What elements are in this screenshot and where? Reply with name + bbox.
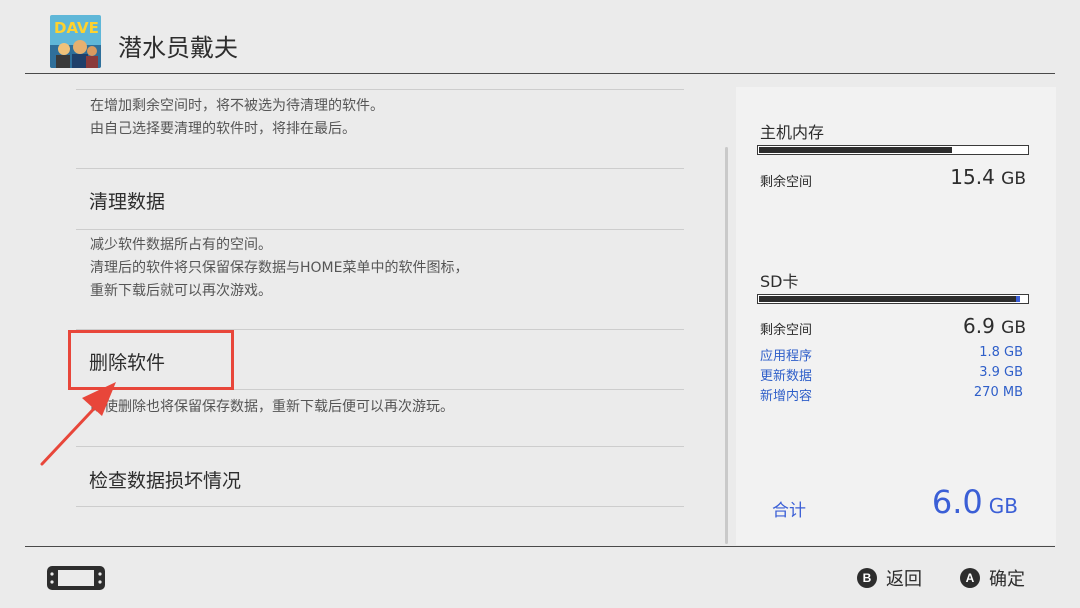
sd-free-unit: GB (1001, 318, 1026, 338)
sd-free-label: 剩余空间 (760, 323, 813, 338)
total-value: 6.0 GB (866, 483, 1018, 521)
check-corrupted-data-title: 检查数据损坏情况 (89, 470, 242, 492)
sd-card-bar-accent (1016, 296, 1020, 302)
description-line: 由自己选择要清理的软件时，将排在最后。 (90, 121, 356, 137)
archive-data-description: 减少软件数据所占有的空间。 清理后的软件将只保留保存数据与HOME菜单中的软件图… (90, 234, 468, 303)
archive-data-title: 清理数据 (89, 191, 166, 213)
sd-row-label-apps: 应用程序 (760, 349, 813, 364)
a-button-icon: A (960, 568, 980, 588)
pointer-arrow-icon (40, 382, 116, 466)
options-list: 在增加剩余空间时，将不被选为待清理的软件。 由自己选择要清理的软件时，将排在最后… (76, 74, 684, 546)
description-line: 在增加剩余空间时，将不被选为待清理的软件。 (90, 98, 384, 114)
divider (76, 89, 684, 90)
system-free-label: 剩余空间 (760, 175, 813, 190)
sd-free-value: 6.9 GB (896, 314, 1026, 338)
system-memory-bar (757, 145, 1029, 155)
divider (76, 506, 684, 507)
total-unit: GB (988, 494, 1018, 518)
sd-card-label: SD卡 (760, 272, 799, 291)
back-button[interactable]: B 返回 (857, 567, 922, 590)
back-label: 返回 (886, 569, 922, 590)
check-corrupted-data-option[interactable]: 检查数据损坏情况 (76, 447, 684, 507)
delete-software-description: 即使删除也将保留保存数据，重新下载后便可以再次游玩。 (90, 396, 454, 419)
sd-row-value-dlc: 270 MB (973, 385, 1023, 400)
system-memory-label: 主机内存 (760, 123, 825, 142)
system-memory-bar-fill (759, 147, 952, 153)
game-cover-icon: DAVE (50, 15, 101, 68)
sd-card-bar (757, 294, 1029, 304)
sd-row-value-updates: 3.9 GB (979, 365, 1023, 380)
total-label: 合计 (772, 501, 806, 521)
divider (76, 229, 684, 230)
system-free-unit: GB (1001, 169, 1026, 189)
game-cover-text: DAVE (54, 19, 99, 37)
handheld-console-icon (46, 565, 106, 591)
total-number: 6.0 (931, 483, 983, 521)
scrollbar[interactable] (725, 147, 728, 544)
archive-data-option[interactable]: 清理数据 (76, 169, 684, 229)
sd-card-bar-fill (759, 296, 1020, 302)
system-free-value: 15.4 GB (896, 165, 1026, 189)
sd-free-number: 6.9 (962, 314, 995, 338)
footer-divider (25, 546, 1055, 547)
sd-row-value-apps: 1.8 GB (979, 345, 1023, 360)
b-button-icon: B (857, 568, 877, 588)
page-title: 潜水员戴夫 (118, 34, 238, 62)
storage-panel: 主机内存 剩余空间 15.4 GB SD卡 剩余空间 6.9 GB 应用程序 1… (736, 87, 1056, 545)
system-free-number: 15.4 (950, 165, 995, 189)
confirm-button[interactable]: A 确定 (960, 567, 1025, 590)
sd-row-label-updates: 更新数据 (760, 369, 813, 384)
archive-software-description: 在增加剩余空间时，将不被选为待清理的软件。 由自己选择要清理的软件时，将排在最后… (90, 95, 384, 141)
sd-row-label-dlc: 新增内容 (760, 389, 813, 404)
description-line: 重新下载后就可以再次游戏。 (90, 283, 272, 299)
description-line: 清理后的软件将只保留保存数据与HOME菜单中的软件图标， (90, 260, 469, 276)
confirm-label: 确定 (989, 569, 1025, 590)
description-line: 即使删除也将保留保存数据，重新下载后便可以再次游玩。 (90, 399, 454, 415)
description-line: 减少软件数据所占有的空间。 (90, 237, 272, 253)
header: DAVE 潜水员戴夫 (0, 0, 1080, 74)
